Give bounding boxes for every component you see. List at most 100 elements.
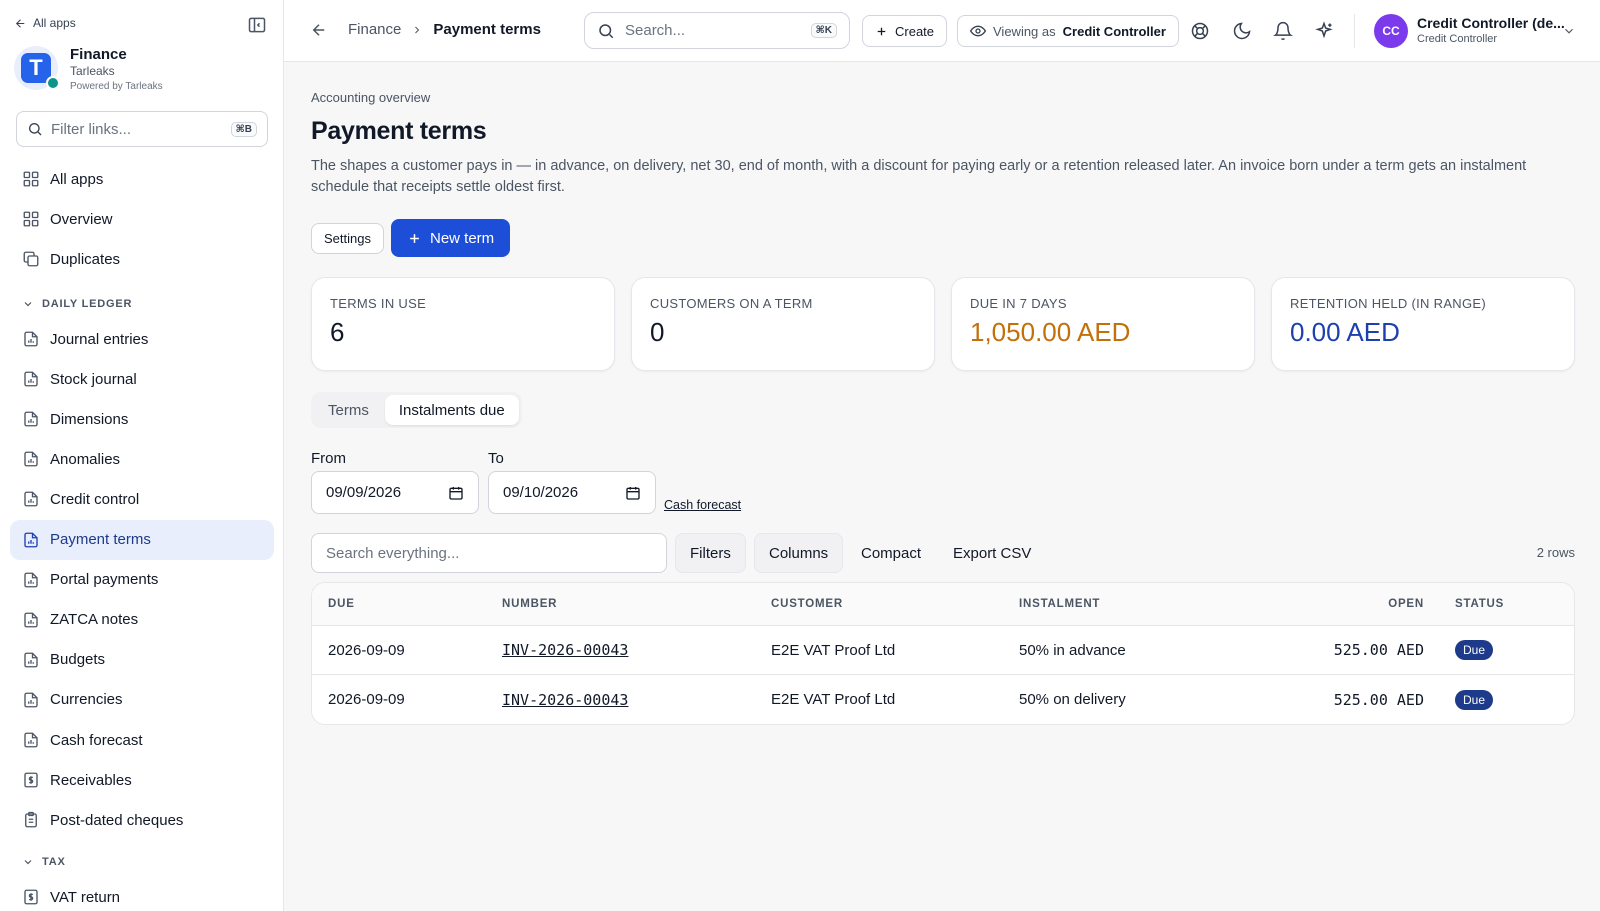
avatar[interactable]: CC [1374, 14, 1408, 48]
table-search-input[interactable]: Search everything... [311, 533, 667, 573]
sidebar-item-vat-return[interactable]: VAT return [10, 877, 274, 911]
chevron-down-icon[interactable] [1562, 24, 1576, 38]
sidebar-item-journal-entries[interactable]: Journal entries [10, 319, 274, 359]
kpi-value: 0 [650, 317, 665, 347]
sidebar-item-currencies[interactable]: Currencies [10, 680, 274, 720]
bell-icon[interactable] [1273, 21, 1293, 41]
col-due[interactable]: DUE [312, 598, 502, 610]
from-date-input[interactable]: 09/09/2026 [311, 471, 479, 514]
sidebar-item-payment-terms[interactable]: Payment terms [10, 519, 274, 560]
sidebar-item-anomalies[interactable]: Anomalies [10, 439, 274, 479]
kpi-card-due-in-7-days: DUE IN 7 DAYS 1,050.00 AED [951, 277, 1255, 371]
col-number[interactable]: NUMBER [502, 598, 771, 610]
chevron-down-icon [24, 860, 32, 865]
sidebar-item-label: Budgets [50, 651, 106, 669]
sidebar-item-label: Duplicates [50, 250, 121, 268]
tab-terms[interactable]: Terms [314, 395, 383, 425]
sparkles-icon[interactable] [1314, 21, 1334, 41]
sidebar: All apps T Finance Tarleaks Powered by T… [0, 0, 284, 911]
all-apps-back-link[interactable]: All apps [14, 16, 76, 30]
help-lifebuoy-icon[interactable] [1190, 21, 1210, 41]
table-row[interactable]: 2026-09-09 INV-2026-00043 E2E VAT Proof Lt… [312, 626, 1574, 675]
col-status[interactable]: STATUS [1424, 598, 1574, 610]
breadcrumb-finance[interactable]: Finance [348, 21, 401, 38]
sidebar-item-zatca-notes[interactable]: ZATCA notes [10, 600, 274, 640]
grid-icon [23, 211, 39, 227]
sidebar-item-label: Anomalies [50, 450, 121, 468]
dollar-icon [24, 772, 38, 788]
app-brand: T Finance Tarleaks Powered by Tarleaks [14, 46, 163, 95]
kpi-label: CUSTOMERS ON A TERM [650, 296, 813, 311]
sidebar-item-stock-journal[interactable]: Stock journal [10, 359, 274, 399]
create-button-label: Create [895, 23, 935, 39]
kpi-value: 6 [330, 317, 345, 347]
invoice-number-link[interactable]: INV-2026-00043 [502, 641, 628, 659]
col-customer[interactable]: CUSTOMER [771, 598, 1019, 610]
sidebar-section-tax[interactable]: TAX [22, 856, 66, 868]
sidebar-item-label: VAT return [50, 888, 121, 906]
cash-forecast-link[interactable]: Cash forecast [664, 498, 741, 512]
sidebar-item-portal-payments[interactable]: Portal payments [10, 560, 274, 600]
invoice-number-link[interactable]: INV-2026-00043 [502, 691, 628, 709]
cell-customer: E2E VAT Proof Ltd [771, 691, 896, 708]
filters-button[interactable]: Filters [675, 533, 746, 573]
create-button[interactable]: Create [862, 15, 948, 47]
sidebar-item-label: All apps [50, 170, 104, 188]
view-tabs: Terms Instalments due [311, 392, 522, 428]
filter-shortcut: ⌘B [230, 121, 257, 137]
search-icon [599, 23, 614, 38]
eye-icon [970, 25, 986, 37]
settings-button[interactable]: Settings [311, 223, 384, 254]
report-icon [24, 371, 38, 387]
user-name[interactable]: Credit Controller (de... [1417, 15, 1565, 31]
kpi-label: RETENTION HELD (IN RANGE) [1290, 296, 1487, 311]
sidebar-item-label: Receivables [50, 771, 132, 789]
brand-name: Finance [70, 46, 127, 63]
sidebar-section-daily-ledger[interactable]: DAILY LEDGER [22, 298, 132, 310]
calendar-icon[interactable] [448, 485, 464, 501]
viewing-as-role: Credit Controller [1062, 23, 1166, 39]
sidebar-section-label: DAILY LEDGER [42, 298, 133, 310]
col-open[interactable]: OPEN [1224, 598, 1424, 610]
kpi-value: 0.00 AED [1290, 317, 1400, 347]
global-search-input[interactable]: Search... ⌘K [584, 12, 850, 49]
table-header: DUE NUMBER CUSTOMER INSTALMENT OPEN STAT… [312, 583, 1574, 626]
kpi-label: DUE IN 7 DAYS [970, 296, 1067, 311]
sidebar-item-dimensions[interactable]: Dimensions [10, 399, 274, 439]
report-icon [24, 491, 38, 507]
export-csv-button[interactable]: Export CSV [939, 533, 1045, 573]
kpi-value: 1,050.00 AED [970, 317, 1131, 347]
col-instalment[interactable]: INSTALMENT [1019, 598, 1224, 610]
brand-powered: Powered by Tarleaks [70, 81, 163, 92]
compact-button[interactable]: Compact [847, 533, 935, 573]
chevron-right-icon [415, 26, 420, 33]
kpi-label: TERMS IN USE [330, 296, 427, 311]
table-row[interactable]: 2026-09-09 INV-2026-00043 E2E VAT Proof Lt… [312, 675, 1574, 724]
sidebar-item-cash-forecast[interactable]: Cash forecast [10, 720, 274, 760]
sidebar-item-overview[interactable]: Overview [10, 199, 274, 239]
sidebar-item-duplicates[interactable]: Duplicates [10, 239, 274, 279]
sidebar-item-receivables[interactable]: Receivables [10, 760, 274, 800]
sidebar-item-credit-control[interactable]: Credit control [10, 479, 274, 519]
report-icon [24, 572, 38, 588]
tab-instalments-due[interactable]: Instalments due [384, 395, 519, 425]
viewing-as-button[interactable]: Viewing as Credit Controller [957, 15, 1179, 47]
columns-button[interactable]: Columns [754, 533, 844, 573]
new-term-button[interactable]: New term [391, 219, 511, 257]
to-date-input[interactable]: 09/10/2026 [488, 471, 656, 514]
grid-icon [23, 171, 39, 187]
sidebar-item-label: Stock journal [50, 370, 137, 388]
filter-links-input[interactable]: Filter links... ⌘B [16, 111, 268, 147]
calendar-icon[interactable] [625, 485, 641, 501]
moon-icon[interactable] [1232, 21, 1252, 41]
back-arrow-icon[interactable] [310, 21, 328, 39]
sidebar-item-label: Currencies [50, 691, 123, 709]
report-icon [24, 732, 38, 748]
sidebar-collapse-icon[interactable] [247, 15, 267, 35]
sidebar-item-post-dated-cheques[interactable]: Post-dated cheques [10, 800, 274, 840]
brand-logo: T [14, 46, 60, 90]
sidebar-item-all-apps[interactable]: All apps [10, 159, 274, 199]
sidebar-item-budgets[interactable]: Budgets [10, 640, 274, 680]
cell-due: 2026-09-09 [328, 691, 405, 708]
sidebar-item-label: Dimensions [50, 410, 129, 428]
